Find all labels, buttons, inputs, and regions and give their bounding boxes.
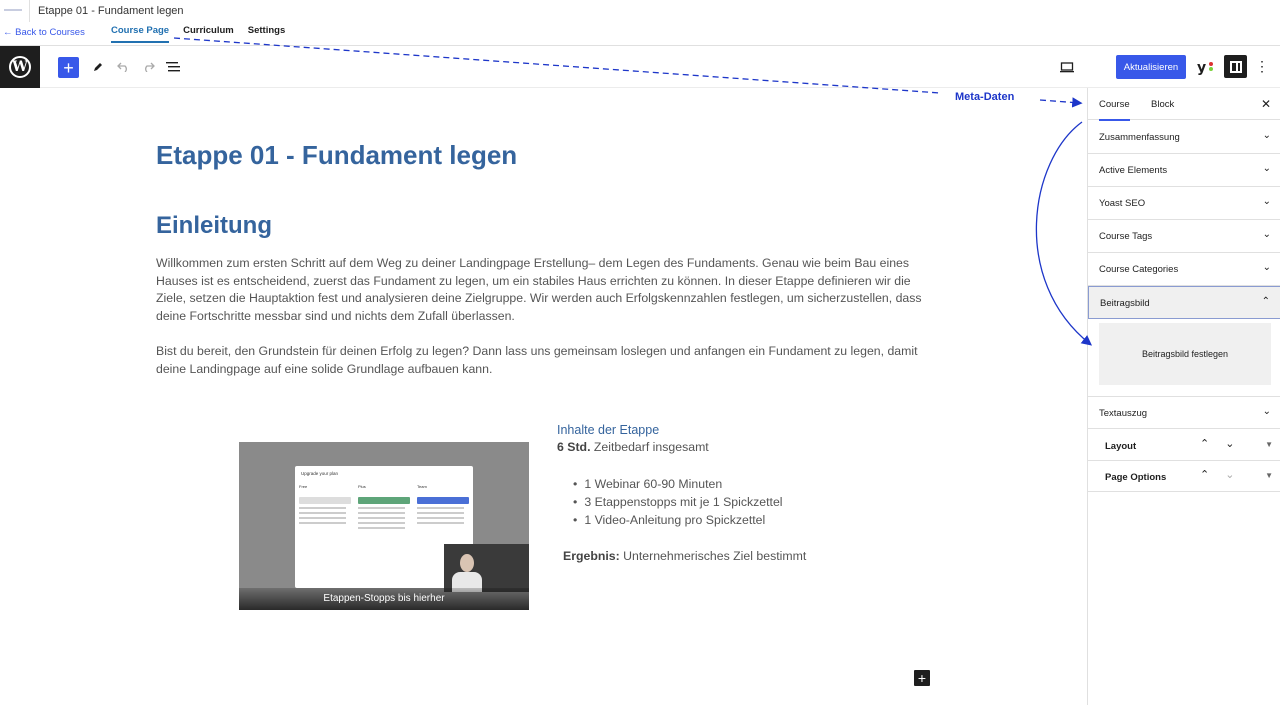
- video-thumbnail[interactable]: Upgrade your plan Free Plus Team Etappen…: [239, 442, 529, 610]
- plan-button: [299, 497, 351, 504]
- chevron-down-icon: ⌄: [1262, 130, 1271, 141]
- panel-featured-image[interactable]: Beitragsbild ⌃: [1088, 286, 1280, 319]
- plan-column: Free: [299, 484, 351, 582]
- sidebar-icon: [1229, 60, 1242, 73]
- list-view-icon[interactable]: [163, 57, 183, 77]
- video-caption: Etappen-Stopps bis hierher: [323, 593, 445, 604]
- meta-box-layout[interactable]: Layout ⌃ ⌄ ▼: [1088, 431, 1280, 461]
- close-icon[interactable]: ✕: [1261, 97, 1271, 111]
- set-featured-image-button[interactable]: Beitragsbild festlegen: [1099, 323, 1271, 385]
- plan-name: Plus: [358, 484, 366, 489]
- time-label: Zeitbedarf insgesamt: [590, 440, 709, 454]
- time-value: 6 Std.: [557, 440, 591, 454]
- list-item: 1 Webinar 60-90 Minuten: [573, 475, 783, 493]
- divider: [29, 0, 30, 22]
- result-line[interactable]: Ergebnis: Unternehmerisches Ziel bestimm…: [563, 549, 806, 563]
- wordpress-icon: W: [9, 56, 31, 78]
- result-value: Unternehmerisches Ziel bestimmt: [619, 549, 807, 563]
- tab-settings[interactable]: Settings: [248, 25, 285, 43]
- course-post-title: Etappe 01 - Fundament legen: [38, 5, 184, 17]
- list-item: 1 Video-Anleitung pro Spickzettel: [573, 511, 783, 529]
- panel-title: Textauszug: [1099, 408, 1148, 419]
- video-modal-title: Upgrade your plan: [301, 471, 339, 476]
- settings-toggle-button[interactable]: [1224, 55, 1247, 78]
- move-arrows[interactable]: ⌃ ⌄: [1200, 468, 1250, 481]
- wordpress-logo[interactable]: W: [0, 46, 40, 88]
- panel-title: Active Elements: [1099, 165, 1168, 176]
- tab-curriculum[interactable]: Curriculum: [183, 25, 234, 43]
- panel-summary[interactable]: Zusammenfassung ⌄: [1088, 121, 1280, 154]
- chevron-up-icon[interactable]: ⌃: [1200, 438, 1209, 450]
- chevron-up-icon: ⌃: [1261, 296, 1270, 307]
- yoast-icon[interactable]: y: [1195, 56, 1217, 78]
- panel-title: Course Tags: [1099, 231, 1153, 242]
- chevron-down-icon: ⌄: [1262, 229, 1271, 240]
- chevron-down-icon: ⌄: [1262, 406, 1271, 417]
- desktop-preview-icon[interactable]: [1057, 57, 1077, 77]
- intro-paragraph[interactable]: Willkommen zum ersten Schritt auf dem We…: [156, 255, 936, 326]
- result-label: Ergebnis:: [563, 549, 620, 563]
- svg-text:y: y: [1197, 60, 1206, 76]
- panel-yoast-seo[interactable]: Yoast SEO ⌄: [1088, 187, 1280, 220]
- panel-excerpt[interactable]: Textauszug ⌄: [1088, 396, 1280, 429]
- editor-canvas: Etappe 01 - Fundament legen Einleitung W…: [0, 88, 1087, 705]
- list-item: 3 Etappenstopps mit je 1 Spickzettel: [573, 493, 782, 511]
- stage-content-heading[interactable]: Inhalte der Etappe: [557, 423, 659, 437]
- back-to-courses-link[interactable]: ← Back to Courses: [3, 27, 85, 38]
- chevron-down-icon: ⌄: [1262, 262, 1271, 273]
- plan-name: Team: [417, 484, 427, 489]
- plan-button: [358, 497, 410, 504]
- stage-content-list[interactable]: 1 Webinar 60-90 Minuten 3 Etappenstopps …: [573, 475, 783, 529]
- editor-toolbar: W + Aktualisieren y ⋮: [0, 46, 1280, 88]
- presenter-webcam: [444, 544, 529, 592]
- tab-course[interactable]: Course: [1099, 99, 1130, 121]
- tab-course-page[interactable]: Course Page: [111, 25, 170, 43]
- meta-box-title: Layout: [1105, 441, 1137, 452]
- panel-title: Beitragsbild: [1100, 298, 1150, 309]
- add-block-button[interactable]: +: [58, 57, 79, 78]
- chevron-down-icon[interactable]: ⌄: [1225, 469, 1234, 481]
- update-button[interactable]: Aktualisieren: [1116, 55, 1186, 79]
- site-logo-icon: [4, 9, 22, 11]
- plan-column: Plus: [358, 484, 410, 582]
- meta-box-page-options[interactable]: Page Options ⌃ ⌄ ▼: [1088, 462, 1280, 492]
- undo-icon[interactable]: [113, 57, 133, 77]
- settings-sidebar: Course Block ✕ Zusammenfassung ⌄ Active …: [1087, 88, 1280, 705]
- chevron-down-icon: ⌄: [1262, 196, 1271, 207]
- panel-course-categories[interactable]: Course Categories ⌄: [1088, 253, 1280, 286]
- post-title[interactable]: Etappe 01 - Fundament legen: [156, 140, 517, 171]
- call-to-action-paragraph[interactable]: Bist du bereit, den Grundstein für deine…: [156, 343, 936, 378]
- chevron-down-icon[interactable]: ⌄: [1225, 438, 1234, 450]
- section-heading[interactable]: Einleitung: [156, 212, 272, 240]
- tab-block[interactable]: Block: [1151, 99, 1174, 110]
- panel-course-tags[interactable]: Course Tags ⌄: [1088, 220, 1280, 253]
- sidebar-tabs: Course Block ✕: [1088, 88, 1280, 121]
- chevron-up-icon[interactable]: ⌃: [1200, 469, 1209, 481]
- meta-box-title: Page Options: [1105, 472, 1167, 483]
- redo-icon[interactable]: [138, 57, 158, 77]
- toggle-icon[interactable]: ▼: [1265, 471, 1273, 480]
- course-tabs: Course Page Curriculum Settings: [111, 25, 299, 43]
- toggle-icon[interactable]: ▼: [1265, 440, 1273, 449]
- panel-title: Zusammenfassung: [1099, 132, 1180, 143]
- move-arrows[interactable]: ⌃ ⌄: [1200, 437, 1250, 450]
- time-requirement[interactable]: 6 Std. Zeitbedarf insgesamt: [557, 440, 709, 454]
- chevron-down-icon: ⌄: [1262, 163, 1271, 174]
- pencil-icon[interactable]: [88, 57, 108, 77]
- plan-name: Free: [299, 484, 308, 489]
- panel-title: Yoast SEO: [1099, 198, 1146, 209]
- annotation-label: Meta-Daten: [955, 91, 1015, 103]
- panel-active-elements[interactable]: Active Elements ⌄: [1088, 154, 1280, 187]
- more-options-icon[interactable]: ⋮: [1255, 58, 1269, 75]
- course-top-bar: Etappe 01 - Fundament legen ← Back to Co…: [0, 0, 1280, 46]
- inline-add-block-button[interactable]: +: [914, 670, 930, 686]
- plan-button: [417, 497, 469, 504]
- panel-title: Course Categories: [1099, 264, 1179, 275]
